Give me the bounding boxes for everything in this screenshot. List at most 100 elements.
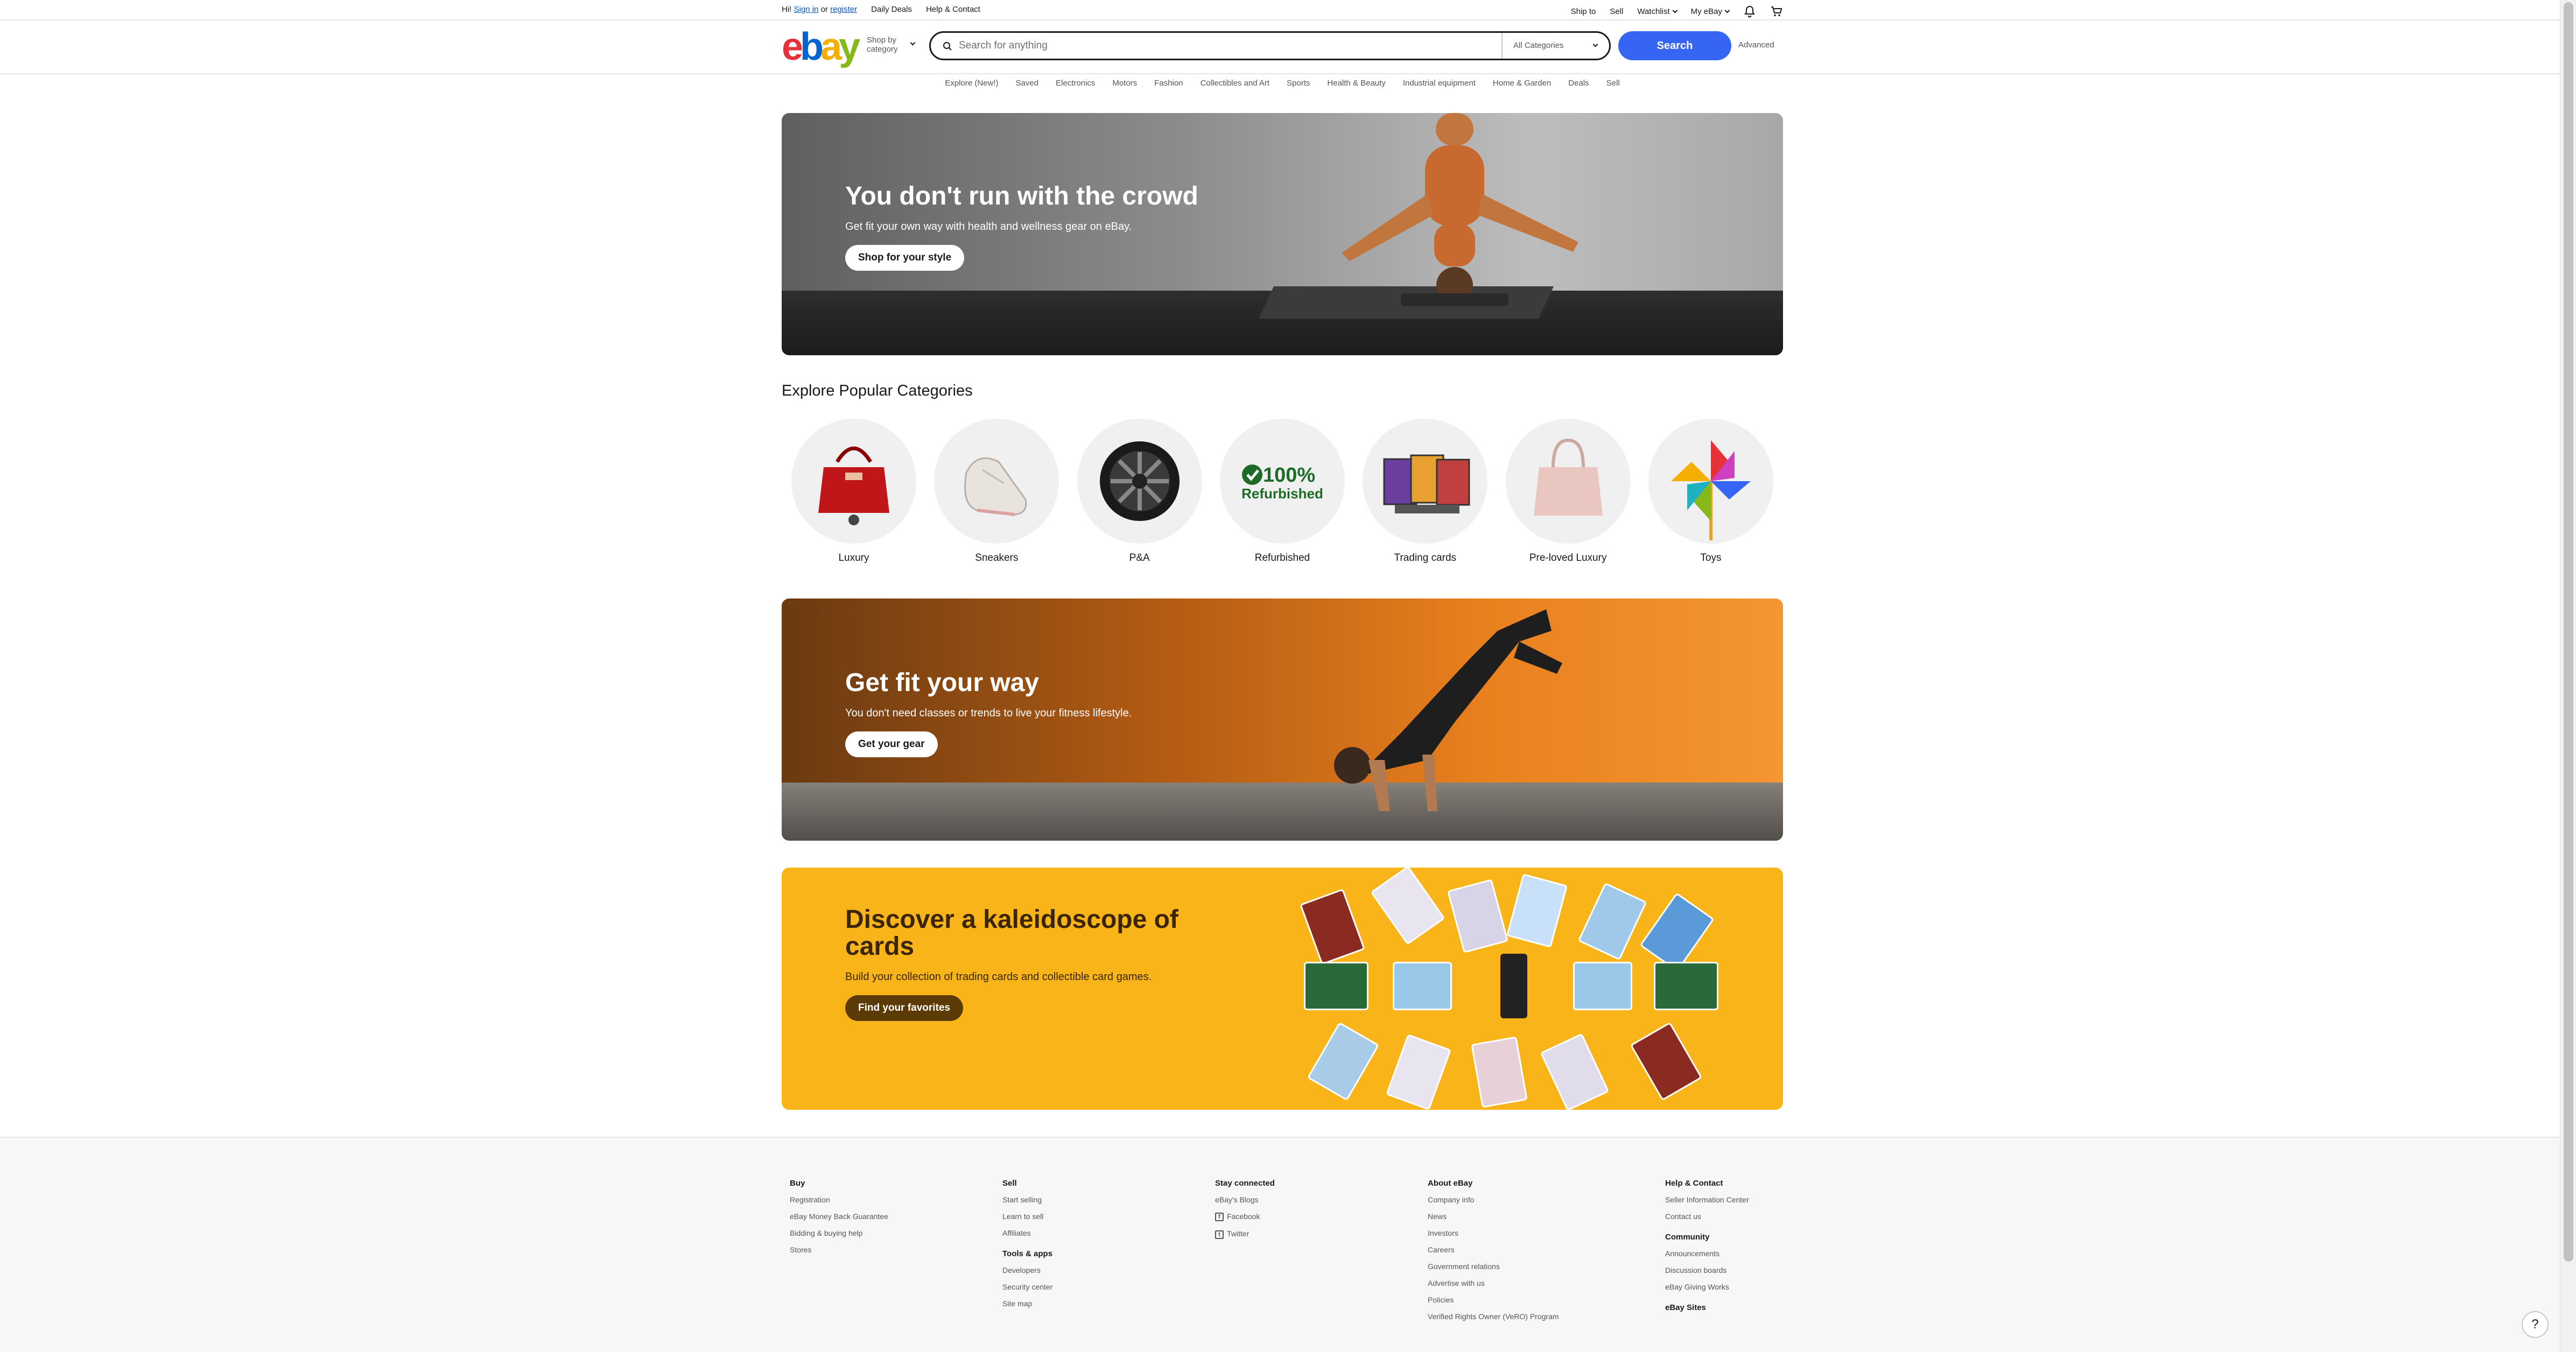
refurbished-badge-percent: 100% bbox=[1263, 464, 1315, 487]
nav-item-sell[interactable]: Sell bbox=[1606, 79, 1620, 91]
nav-item-home-garden[interactable]: Home & Garden bbox=[1493, 79, 1551, 91]
footer-link[interactable]: Learn to sell bbox=[1002, 1212, 1052, 1221]
shop-by-category-button[interactable]: Shop by category bbox=[867, 36, 898, 54]
footer-link[interactable]: eBay's Blogs bbox=[1215, 1195, 1275, 1204]
hero-banner-get-fit[interactable]: Get fit your way You don't need classes … bbox=[782, 598, 1783, 841]
help-button[interactable]: ? bbox=[2522, 1311, 2549, 1338]
nav-item-fashion[interactable]: Fashion bbox=[1154, 79, 1183, 91]
banner-text: You don't run with the crowd Get fit you… bbox=[845, 183, 1198, 271]
athlete-image bbox=[1334, 609, 1562, 811]
footer-link[interactable]: Contact us bbox=[1665, 1212, 1749, 1221]
category-list: Luxury Sneakers P&A 100% Refurbished Ref… bbox=[791, 419, 1773, 564]
footer-link[interactable]: Government relations bbox=[1428, 1262, 1559, 1271]
footer-link[interactable]: Security center bbox=[1002, 1283, 1052, 1291]
search-bar: All Categories bbox=[929, 31, 1611, 60]
get-your-gear-button[interactable]: Get your gear bbox=[845, 731, 938, 757]
category-parts-accessories[interactable]: P&A bbox=[1077, 419, 1202, 564]
chevron-down-icon bbox=[1672, 8, 1678, 13]
ebay-logo[interactable]: ebay bbox=[782, 27, 860, 66]
footer-link[interactable]: Developers bbox=[1002, 1266, 1052, 1274]
search-input[interactable] bbox=[959, 37, 1486, 54]
card-image bbox=[1300, 888, 1365, 966]
tote-bag-icon bbox=[1533, 438, 1603, 516]
register-link[interactable]: register bbox=[830, 5, 857, 14]
footer-link[interactable]: Affiliates bbox=[1002, 1229, 1052, 1237]
category-luxury[interactable]: Luxury bbox=[791, 419, 916, 564]
shop-for-your-style-button[interactable]: Shop for your style bbox=[845, 245, 965, 271]
footer-col-buy: Buy Registration eBay Money Back Guarant… bbox=[790, 1179, 888, 1254]
footer-link[interactable]: Investors bbox=[1428, 1229, 1559, 1237]
footer-link[interactable]: Bidding & buying help bbox=[790, 1229, 888, 1237]
nav-item-saved[interactable]: Saved bbox=[1016, 79, 1039, 91]
footer-link[interactable]: Seller Information Center bbox=[1665, 1195, 1749, 1204]
category-image bbox=[934, 419, 1059, 544]
category-image bbox=[1505, 419, 1631, 544]
footer-link[interactable]: Policies bbox=[1428, 1295, 1559, 1304]
category-trading-cards[interactable]: Trading cards bbox=[1363, 419, 1488, 564]
greeting: Hi! Sign in or register bbox=[782, 5, 858, 14]
page-scrollbar[interactable] bbox=[2560, 0, 2576, 1352]
category-image bbox=[1077, 419, 1202, 544]
ship-to-link[interactable]: Ship to bbox=[1571, 7, 1596, 16]
hero-banner-crowd[interactable]: You don't run with the crowd Get fit you… bbox=[782, 113, 1783, 355]
banner-title: You don't run with the crowd bbox=[845, 182, 1198, 210]
footer-link[interactable]: Verified Rights Owner (VeRO) Program bbox=[1428, 1312, 1559, 1321]
footer-link[interactable]: Stores bbox=[790, 1245, 888, 1254]
sell-link[interactable]: Sell bbox=[1610, 7, 1623, 16]
find-your-favorites-button[interactable]: Find your favorites bbox=[845, 995, 964, 1021]
cart-icon[interactable] bbox=[1770, 5, 1783, 18]
category-toys[interactable]: Toys bbox=[1648, 419, 1773, 564]
card-image bbox=[1540, 1033, 1610, 1110]
watchlist-menu[interactable]: Watchlist bbox=[1637, 7, 1678, 16]
footer-link[interactable]: eBay Giving Works bbox=[1665, 1283, 1749, 1291]
footer-link[interactable]: Registration bbox=[790, 1195, 888, 1204]
twitter-link[interactable]: t Twitter bbox=[1215, 1229, 1275, 1239]
nav-item-motors[interactable]: Motors bbox=[1112, 79, 1137, 91]
nav-item-sports[interactable]: Sports bbox=[1287, 79, 1310, 91]
sneaker-icon bbox=[964, 457, 1027, 516]
footer-col-about: About eBay Company info News Investors C… bbox=[1428, 1179, 1559, 1321]
chevron-down-icon bbox=[1592, 41, 1598, 47]
nav-item-health-beauty[interactable]: Health & Beauty bbox=[1327, 79, 1385, 91]
daily-deals-link[interactable]: Daily Deals bbox=[871, 5, 912, 14]
footer-col-stay-connected: Stay connected eBay's Blogs f Facebook tT… bbox=[1215, 1179, 1275, 1239]
header-divider bbox=[0, 73, 2560, 74]
card-image bbox=[1506, 873, 1568, 948]
banner-text: Get fit your way You don't need classes … bbox=[845, 670, 1132, 757]
footer-link[interactable]: Company info bbox=[1428, 1195, 1559, 1204]
category-sneakers[interactable]: Sneakers bbox=[934, 419, 1059, 564]
category-refurbished[interactable]: 100% Refurbished Refurbished bbox=[1219, 419, 1345, 564]
notification-bell-icon[interactable] bbox=[1743, 5, 1756, 18]
nav-item-collectibles[interactable]: Collectibles and Art bbox=[1201, 79, 1269, 91]
footer-link[interactable]: Advertise with us bbox=[1428, 1279, 1559, 1287]
athlete-image bbox=[1342, 113, 1578, 306]
footer-link[interactable]: News bbox=[1428, 1212, 1559, 1221]
hero-banner-cards[interactable]: Discover a kaleidoscope of cards Build y… bbox=[782, 868, 1783, 1110]
footer-link[interactable]: Start selling bbox=[1002, 1195, 1052, 1204]
sign-in-link[interactable]: Sign in bbox=[794, 5, 819, 14]
footer-link[interactable]: Site map bbox=[1002, 1299, 1052, 1308]
top-bar: Hi! Sign in or register Daily Deals Help… bbox=[0, 0, 2560, 20]
card-image bbox=[1370, 868, 1445, 945]
card-image bbox=[1639, 892, 1715, 972]
category-select[interactable]: All Categories bbox=[1501, 33, 1609, 59]
search-button[interactable]: Search bbox=[1618, 31, 1731, 60]
card-image bbox=[1447, 878, 1509, 954]
facebook-link[interactable]: f Facebook bbox=[1215, 1212, 1275, 1222]
nav-item-industrial[interactable]: Industrial equipment bbox=[1403, 79, 1476, 91]
footer-link[interactable]: Careers bbox=[1428, 1245, 1559, 1254]
scrollbar-thumb[interactable] bbox=[2564, 2, 2573, 1262]
footer-link[interactable]: eBay Money Back Guarantee bbox=[790, 1212, 888, 1221]
nav-item-electronics[interactable]: Electronics bbox=[1056, 79, 1095, 91]
footer-link[interactable]: Announcements bbox=[1665, 1249, 1749, 1258]
nav-item-explore[interactable]: Explore (New!) bbox=[945, 79, 998, 91]
nav-item-deals[interactable]: Deals bbox=[1568, 79, 1589, 91]
card-image bbox=[1630, 1022, 1703, 1101]
footer-link[interactable]: Discussion boards bbox=[1665, 1266, 1749, 1274]
help-contact-link[interactable]: Help & Contact bbox=[926, 5, 980, 14]
advanced-search-link[interactable]: Advanced bbox=[1738, 40, 1774, 50]
my-ebay-menu[interactable]: My eBay bbox=[1691, 7, 1730, 16]
banner-floor bbox=[782, 783, 1783, 841]
card-image bbox=[1393, 962, 1452, 1010]
category-pre-loved-luxury[interactable]: Pre-loved Luxury bbox=[1505, 419, 1631, 564]
